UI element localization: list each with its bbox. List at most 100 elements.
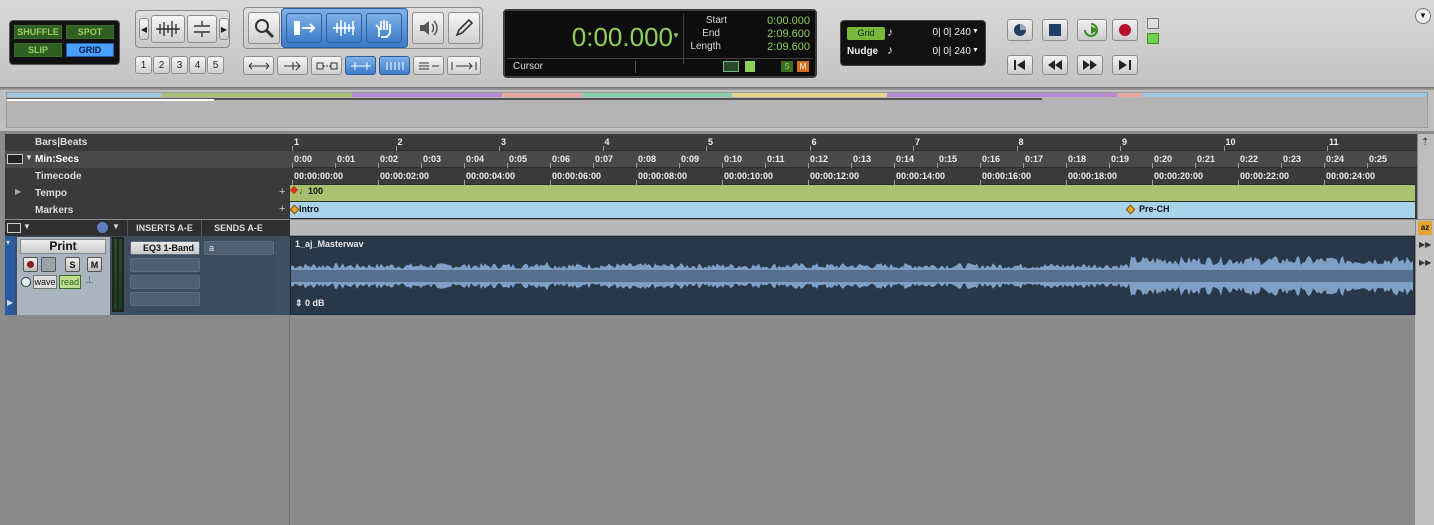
selector-tool-button[interactable]: [326, 13, 362, 43]
zoom-toggle-button[interactable]: [447, 56, 481, 75]
play-button[interactable]: [1077, 19, 1107, 41]
inserts-header[interactable]: INSERTS A-E: [127, 220, 201, 236]
toolbar-menu-icon[interactable]: ▼: [1415, 8, 1431, 24]
timebase-dropdown-icon[interactable]: ▼: [112, 222, 120, 231]
min-secs-ruler[interactable]: Min:Secs ▼ 0:00 0:01 0:02 0:03 0:04 0:05 0:06 0…: [5, 151, 1434, 168]
track-expand-icon[interactable]: ▾: [6, 238, 10, 247]
zoom-preset-4[interactable]: 4: [189, 56, 206, 74]
bars-beats-ruler[interactable]: Bars|Beats 1 2 3 4 5 6 7 8 9 10 11: [5, 134, 1434, 151]
marker-icon[interactable]: [1125, 204, 1136, 215]
tempo-lane[interactable]: ♩100: [289, 185, 1415, 201]
track-view-icon[interactable]: [21, 277, 31, 287]
track-name[interactable]: Print: [20, 239, 106, 254]
pencil-tool-button[interactable]: [448, 12, 480, 44]
online-button[interactable]: [1007, 19, 1033, 41]
markers-lane[interactable]: Intro Pre-CH: [289, 202, 1415, 218]
sends-header[interactable]: SENDS A-E: [201, 220, 275, 236]
timebase-icon[interactable]: [97, 222, 108, 233]
overview-visible-range[interactable]: [7, 99, 214, 101]
length-value[interactable]: 2:09.600: [745, 41, 810, 53]
track-list-icon[interactable]: [7, 223, 21, 233]
output-indicator[interactable]: [1147, 33, 1159, 44]
add-marker-icon[interactable]: +: [279, 203, 285, 215]
sort-icon[interactable]: az: [1418, 221, 1432, 235]
counter-dropdown-icon[interactable]: ▼: [672, 31, 680, 40]
slip-mode-button[interactable]: SLIP: [14, 43, 62, 57]
insert-slot-c[interactable]: [130, 275, 200, 289]
shuffle-mode-button[interactable]: SHUFFLE: [14, 25, 62, 39]
trim-tool-button[interactable]: [286, 13, 322, 43]
automation-mode-selector[interactable]: read: [59, 275, 81, 289]
vertical-scrollbar[interactable]: [1415, 315, 1434, 525]
audio-clip[interactable]: 1_aj_Masterwav ⇕ 0 dB: [290, 236, 1415, 315]
marker-intro[interactable]: Intro: [299, 204, 319, 214]
nudge-value[interactable]: 0| 0| 240: [921, 46, 971, 57]
scrubber-tool-button[interactable]: [412, 12, 444, 44]
scroll-top-icon[interactable]: ⇡: [1421, 137, 1429, 148]
tempo-value[interactable]: ♩100: [299, 186, 323, 196]
link-timeline-button[interactable]: [277, 56, 308, 75]
insert-slot-a[interactable]: EQ3 1-Band: [130, 241, 200, 255]
playlist-empty[interactable]: [290, 315, 1415, 525]
return-to-zero-button[interactable]: [1007, 55, 1033, 75]
spot-mode-button[interactable]: SPOT: [66, 25, 114, 39]
tempo-ruler[interactable]: Tempo ▶ + ♩100: [5, 185, 1434, 202]
send-slot-a[interactable]: a: [204, 241, 274, 255]
record-enable-button[interactable]: [23, 257, 38, 272]
zoom-preset-5[interactable]: 5: [207, 56, 224, 74]
marker-pre-ch[interactable]: Pre-CH: [1139, 204, 1170, 214]
overview-strip[interactable]: [6, 92, 1428, 128]
zoom-preset-2[interactable]: 2: [153, 56, 170, 74]
end-value[interactable]: 2:09.600: [745, 28, 810, 40]
markers-ruler[interactable]: Markers + Intro Pre-CH: [5, 202, 1434, 219]
rewind-button[interactable]: [1042, 55, 1068, 75]
insert-slot-b[interactable]: [130, 258, 200, 272]
horizontal-zoom-button[interactable]: [151, 15, 185, 43]
mirror-midi-button[interactable]: [379, 56, 410, 75]
solo-indicator[interactable]: S: [781, 61, 793, 72]
input-monitor-button[interactable]: [41, 257, 56, 272]
clip-icon[interactable]: [745, 61, 755, 72]
stop-button[interactable]: [1042, 19, 1068, 41]
solo-button[interactable]: S: [65, 257, 80, 272]
main-counter-value[interactable]: 0:00.000: [513, 19, 673, 55]
nudge-dropdown-icon[interactable]: ▼: [972, 47, 979, 54]
ruler-dropdown-icon[interactable]: ▼: [25, 153, 33, 162]
mute-button[interactable]: M: [87, 257, 102, 272]
timecode-ruler[interactable]: Timecode 00:00:00:00 00:00:02:00 00:00:04:…: [5, 168, 1434, 185]
grid-dropdown-icon[interactable]: ▼: [972, 28, 979, 35]
tempo-marker-icon[interactable]: [289, 185, 299, 195]
zoom-preset-1[interactable]: 1: [135, 56, 152, 74]
track-show-lanes-icon[interactable]: ▶: [7, 298, 13, 307]
smart-tool-group[interactable]: [281, 8, 408, 48]
ruler-view-icon[interactable]: [7, 154, 23, 164]
zoom-in-arrow[interactable]: ▶: [219, 18, 229, 40]
zoom-preset-3[interactable]: 3: [171, 56, 188, 74]
zoomer-tool-button[interactable]: [248, 12, 280, 44]
scroll-icon[interactable]: ▶▶: [1419, 258, 1431, 267]
grid-mode-button[interactable]: GRID: [66, 43, 114, 57]
grabber-tool-button[interactable]: [366, 13, 402, 43]
marker-icon[interactable]: [289, 204, 300, 215]
track-options-dropdown-icon[interactable]: ▼: [23, 222, 31, 231]
fast-forward-button[interactable]: [1077, 55, 1103, 75]
keyboard-focus-button[interactable]: [413, 56, 444, 75]
mute-indicator[interactable]: M: [797, 61, 809, 72]
grid-value[interactable]: 0| 0| 240: [921, 27, 971, 38]
track-view-selector[interactable]: wave: [33, 275, 57, 289]
tempo-expand-icon[interactable]: ▶: [15, 187, 21, 196]
scroll-icon[interactable]: ▶▶: [1419, 240, 1431, 249]
vertical-zoom-button[interactable]: [187, 15, 217, 43]
clip-gain[interactable]: ⇕ 0 dB: [295, 298, 325, 309]
input-indicator[interactable]: [1147, 18, 1159, 29]
zoom-out-arrow[interactable]: ◀: [139, 18, 149, 40]
playlist-icon[interactable]: ⊥: [85, 275, 94, 286]
online-icon[interactable]: [723, 61, 739, 72]
add-tempo-icon[interactable]: +: [279, 186, 285, 198]
start-value[interactable]: 0:00.000: [745, 15, 810, 27]
nudge-label[interactable]: Nudge: [847, 46, 878, 57]
tab-to-transient-button[interactable]: [243, 56, 274, 75]
go-to-end-button[interactable]: [1112, 55, 1138, 75]
link-track-button[interactable]: [311, 56, 342, 75]
grid-toggle[interactable]: Grid: [847, 27, 885, 40]
